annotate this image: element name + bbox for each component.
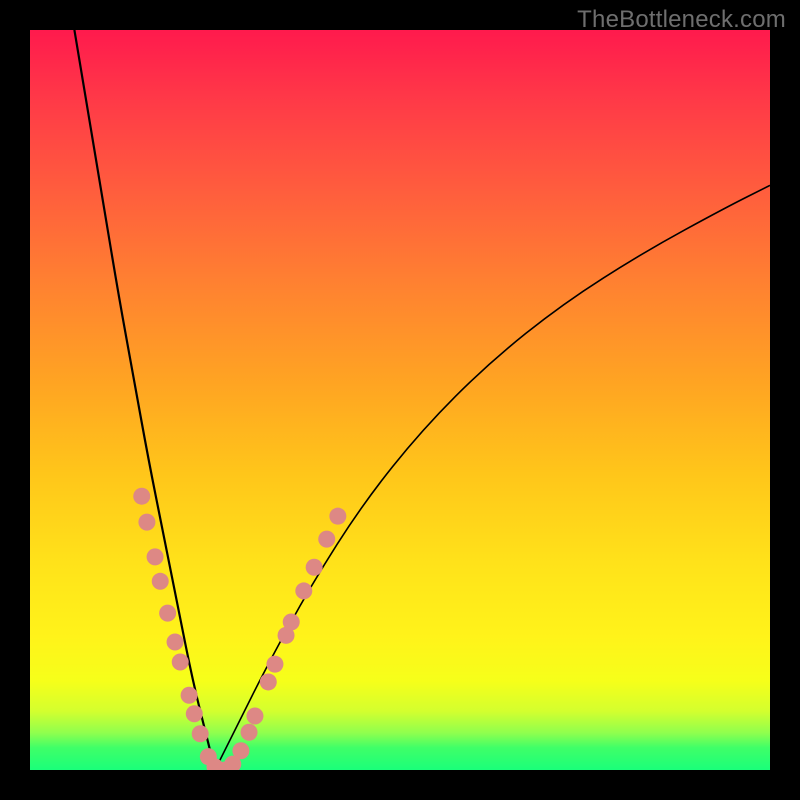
data-point [159,605,176,622]
data-point [192,725,209,742]
data-point [283,614,300,631]
data-point [232,742,249,759]
data-point [295,582,312,599]
data-point [172,653,189,670]
chart-svg [30,30,770,770]
data-point [138,514,155,531]
data-point [147,548,164,565]
data-point [306,559,323,576]
data-point [133,488,150,505]
curve-left-branch [74,30,215,770]
outer-frame: TheBottleneck.com [0,0,800,800]
data-point [167,633,184,650]
marker-layer [133,488,346,770]
data-point [186,705,203,722]
data-point [318,531,335,548]
data-point [241,724,258,741]
data-point [181,687,198,704]
data-point [266,656,283,673]
data-point [329,508,346,525]
data-point [246,707,263,724]
plot-area [30,30,770,770]
curve-right-branch [215,185,770,770]
data-point [152,573,169,590]
data-point [260,673,277,690]
